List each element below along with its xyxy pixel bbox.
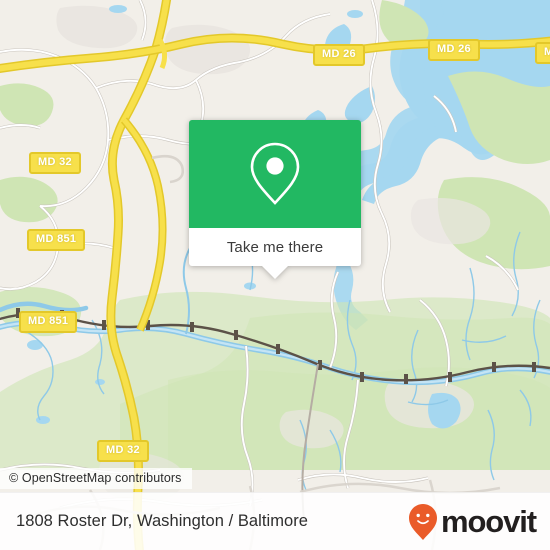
map-screenshot: MD 26 MD 26 MD 26 MD 32 MD 851 MD 851 MD… bbox=[0, 0, 550, 550]
road-shield-md851-south: MD 851 bbox=[19, 311, 78, 333]
callout-image-panel bbox=[189, 120, 361, 228]
take-me-there-button[interactable]: Take me there bbox=[189, 228, 361, 266]
moovit-pin-smiley-icon bbox=[408, 503, 437, 540]
osm-attribution[interactable]: © OpenStreetMap contributors bbox=[0, 468, 192, 489]
road-shield-md26-east: MD 26 bbox=[428, 39, 480, 61]
callout-tail bbox=[262, 266, 288, 279]
footer-bar: 1808 Roster Dr, Washington / Baltimore m… bbox=[0, 492, 550, 550]
moovit-wordmark: moovit bbox=[440, 504, 537, 539]
map-pin-icon bbox=[250, 142, 300, 205]
road-shield-md26-edge: MD 26 bbox=[535, 42, 550, 64]
road-shield-md26-west: MD 26 bbox=[313, 44, 365, 66]
road-shield-md32-south: MD 32 bbox=[97, 440, 149, 462]
moovit-logo[interactable]: moovit bbox=[408, 503, 537, 541]
road-shield-md32-north: MD 32 bbox=[29, 152, 81, 174]
location-callout[interactable]: Take me there bbox=[189, 120, 361, 279]
road-shield-md851-north: MD 851 bbox=[27, 229, 86, 251]
address-text: 1808 Roster Dr, Washington / Baltimore bbox=[16, 512, 309, 530]
